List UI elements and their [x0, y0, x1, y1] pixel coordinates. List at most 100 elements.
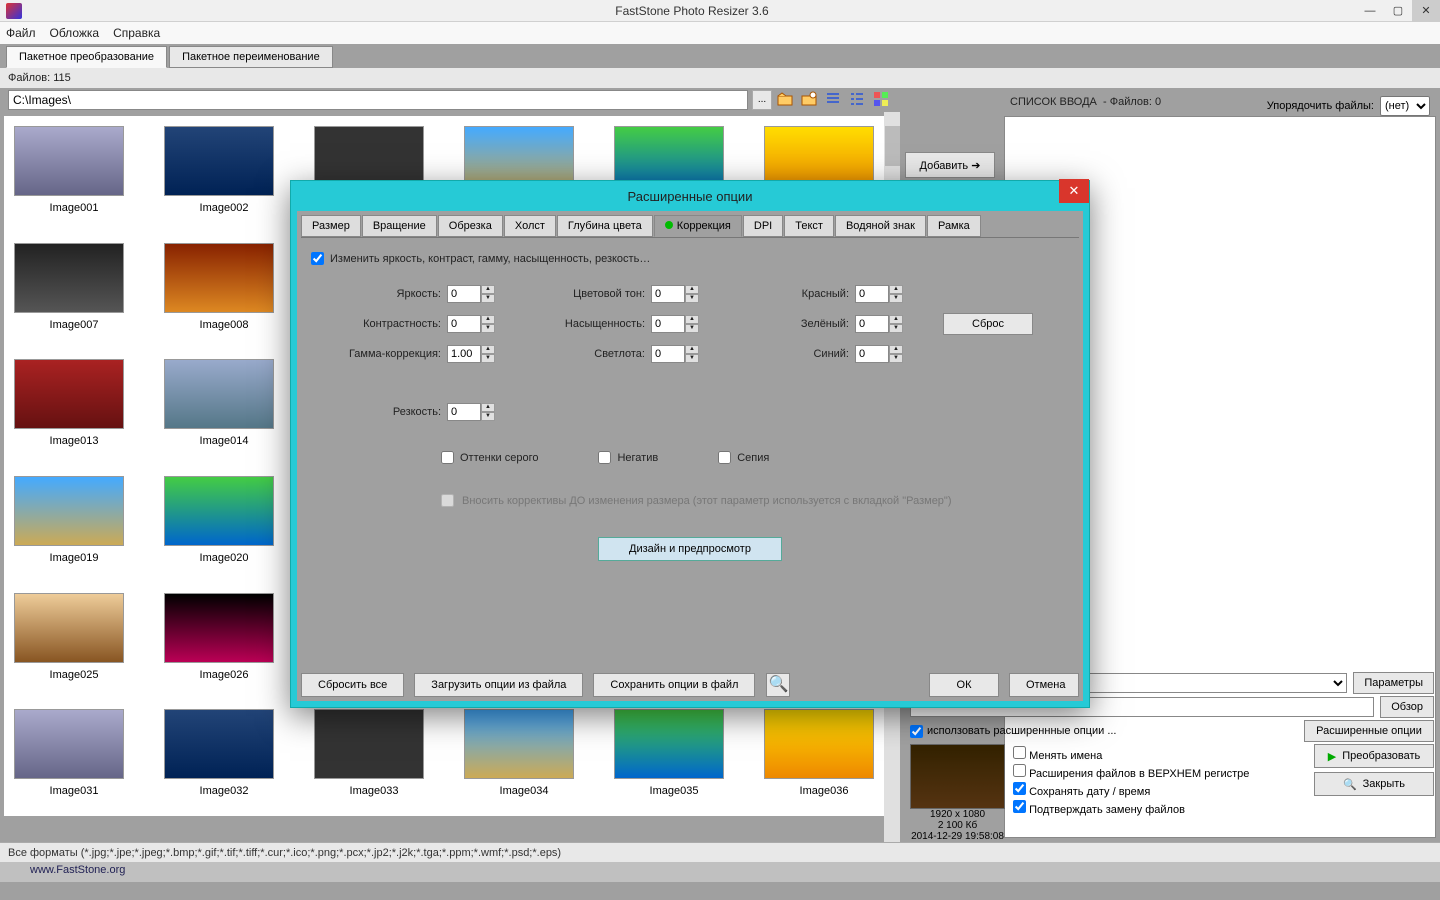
sort-select[interactable]: (нет) [1380, 96, 1430, 116]
thumbnail-item[interactable]: Image025 [14, 593, 134, 690]
spin-down-icon[interactable]: ▼ [481, 294, 495, 303]
file-count-bar: Файлов: 115 [0, 68, 1440, 88]
sepia-check[interactable]: Сепия [718, 451, 769, 464]
saturation-input[interactable] [651, 315, 685, 333]
thumbnail-item[interactable]: Image035 [614, 709, 734, 806]
thumbnail-label: Image002 [164, 202, 284, 214]
tab-batch-rename[interactable]: Пакетное переименование [169, 46, 333, 68]
thumbnail-item[interactable]: Image031 [14, 709, 134, 806]
dialog-tab[interactable]: DPI [743, 215, 783, 237]
menu-file[interactable]: Файл [6, 26, 36, 40]
thumbnail-label: Image036 [764, 785, 884, 797]
thumbnail-item[interactable]: Image036 [764, 709, 884, 806]
brightness-input[interactable] [447, 285, 481, 303]
thumbnail-item[interactable]: Image001 [14, 126, 134, 223]
rename-check[interactable]: Менять имена [1013, 746, 1306, 762]
dialog-tab[interactable]: Глубина цвета [557, 215, 653, 237]
thumbnail-item[interactable]: Image034 [464, 709, 584, 806]
dialog-footer: Сбросить все Загрузить опции из файла Со… [301, 673, 1079, 697]
green-input[interactable] [855, 315, 889, 333]
uppercase-ext-check[interactable]: Расширения файлов в ВЕРХНЕМ регистре [1013, 764, 1306, 780]
sharpness-input[interactable] [447, 403, 481, 421]
lightness-input[interactable] [651, 345, 685, 363]
convert-button[interactable]: ▶Преобразовать [1314, 744, 1434, 768]
thumbnail-label: Image019 [14, 552, 134, 564]
ok-button[interactable]: ОК [929, 673, 999, 697]
enable-adjustments-check[interactable]: Изменить яркость, контраст, гамму, насыщ… [311, 252, 1069, 265]
hue-input[interactable] [651, 285, 685, 303]
thumbnail-item[interactable]: Image019 [14, 476, 134, 573]
spin-up-icon[interactable]: ▲ [481, 285, 495, 294]
file-count-label: Файлов: 115 [8, 72, 71, 84]
gamma-input[interactable] [447, 345, 481, 363]
browse-output-button[interactable]: Обзор [1380, 696, 1434, 718]
close-button[interactable]: ✕ [1412, 0, 1440, 22]
search-icon[interactable]: 🔍 [766, 673, 790, 697]
red-input[interactable] [855, 285, 889, 303]
thumbnail-label: Image035 [614, 785, 734, 797]
reset-button[interactable]: Сброс [943, 313, 1033, 335]
apply-before-resize-check: Вносить коррективы ДО изменения размера … [441, 494, 1069, 507]
advanced-options-button[interactable]: Расширенные опции [1304, 720, 1434, 742]
menu-help[interactable]: Справка [113, 26, 160, 40]
dialog-tab[interactable]: Текст [784, 215, 834, 237]
design-preview-button[interactable]: Дизайн и предпросмотр [598, 537, 782, 561]
thumbnail-item[interactable]: Image026 [164, 593, 284, 690]
thumbnail-item[interactable]: Image032 [164, 709, 284, 806]
thumbnail-image [14, 126, 124, 196]
dialog-tab[interactable]: Рамка [927, 215, 981, 237]
list-view-icon[interactable] [825, 91, 843, 109]
thumbnail-image [164, 709, 274, 779]
active-dot-icon [665, 221, 673, 229]
minimize-button[interactable]: — [1356, 0, 1384, 22]
thumbnail-item[interactable]: Image033 [314, 709, 434, 806]
thumbnail-item[interactable]: Image007 [14, 243, 134, 340]
folder-up-icon[interactable] [777, 91, 795, 109]
maximize-button[interactable]: ▢ [1384, 0, 1412, 22]
dialog-tab[interactable]: Холст [504, 215, 556, 237]
add-button[interactable]: Добавить ➔ [905, 152, 995, 178]
sort-row: Упорядочить файлы: (нет) [1267, 96, 1430, 116]
thumbnail-label: Image001 [14, 202, 134, 214]
website-link[interactable]: www.FastStone.org [30, 864, 125, 876]
cancel-button[interactable]: Отмена [1009, 673, 1079, 697]
params-button[interactable]: Параметры [1353, 672, 1434, 694]
confirm-replace-check[interactable]: Подтверждать замену файлов [1013, 800, 1306, 816]
menubar: Файл Обложка Справка [0, 22, 1440, 44]
thumb-view-icon[interactable] [873, 91, 891, 109]
thumbnail-label: Image031 [14, 785, 134, 797]
thumbnail-image [14, 476, 124, 546]
dialog-tab[interactable]: Обрезка [438, 215, 503, 237]
thumbnail-item[interactable]: Image014 [164, 359, 284, 456]
load-options-button[interactable]: Загрузить опции из файла [414, 673, 583, 697]
contrast-input[interactable] [447, 315, 481, 333]
folder-new-icon[interactable] [801, 91, 819, 109]
dialog-tab[interactable]: Вращение [362, 215, 437, 237]
thumbnail-item[interactable]: Image002 [164, 126, 284, 223]
close-app-button[interactable]: 🔍Закрыть [1314, 772, 1434, 796]
thumbnail-image [14, 359, 124, 429]
thumbnail-item[interactable]: Image008 [164, 243, 284, 340]
thumbnail-item[interactable]: Image013 [14, 359, 134, 456]
detail-view-icon[interactable] [849, 91, 867, 109]
tab-batch-convert[interactable]: Пакетное преобразование [6, 46, 167, 68]
browse-button[interactable]: ... [752, 90, 772, 110]
reset-all-button[interactable]: Сбросить все [301, 673, 404, 697]
dialog-tab[interactable]: Коррекция [654, 215, 742, 237]
thumbnail-item[interactable]: Image020 [164, 476, 284, 573]
dialog-tab[interactable]: Размер [301, 215, 361, 237]
keep-date-check[interactable]: Сохранять дату / время [1013, 782, 1306, 798]
grayscale-check[interactable]: Оттенки серого [441, 451, 538, 464]
dialog-close-button[interactable]: ✕ [1059, 179, 1089, 203]
dialog-tab[interactable]: Водяной знак [835, 215, 926, 237]
negative-check[interactable]: Негатив [598, 451, 658, 464]
advanced-check[interactable]: исползовать расширеннные опции ... [910, 725, 1298, 738]
path-input[interactable] [8, 90, 748, 110]
menu-skin[interactable]: Обложка [50, 26, 100, 40]
path-row: ... [0, 88, 1440, 112]
blue-input[interactable] [855, 345, 889, 363]
thumbnail-label: Image014 [164, 435, 284, 447]
thumbnail-label: Image013 [14, 435, 134, 447]
dialog-content: Изменить яркость, контраст, гамму, насыщ… [301, 238, 1079, 575]
save-options-button[interactable]: Сохранить опции в файл [593, 673, 755, 697]
